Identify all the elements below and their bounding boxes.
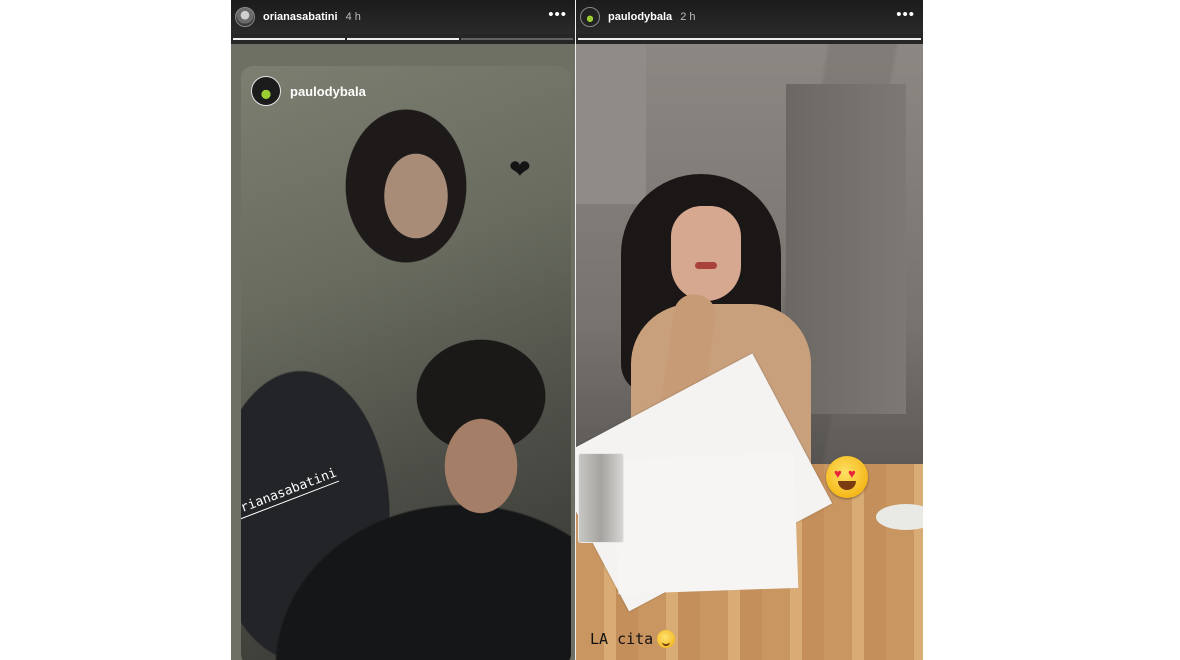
progress-segment: [578, 38, 921, 40]
reshared-story-header: paulodybala: [251, 76, 366, 106]
story-progress-bar: [578, 38, 921, 40]
story-panel-left[interactable]: orianasabatini 4 h ••• paulodybala ❤ @or…: [231, 0, 575, 660]
lips: [695, 262, 717, 269]
story-timestamp: 4 h: [345, 11, 361, 23]
caption-text: LA cita: [590, 630, 654, 648]
progress-segment: [461, 38, 573, 40]
story-photo: ♥ ♥ LA cita: [576, 44, 923, 660]
story-username[interactable]: orianasabatini: [263, 11, 338, 23]
wall-panel: [576, 44, 646, 204]
story-caption: LA cita: [590, 630, 676, 648]
progress-segment: [347, 38, 459, 40]
avatar[interactable]: [235, 7, 255, 27]
relieved-face-icon: [657, 630, 676, 648]
story-photo: paulodybala ❤ @orianasabatini: [231, 44, 575, 660]
heart-eye-icon: ♥: [834, 466, 842, 481]
progress-segment: [233, 38, 345, 40]
mouth: [838, 481, 856, 490]
story-username[interactable]: paulodybala: [608, 11, 672, 23]
ellipsis-icon[interactable]: •••: [896, 7, 915, 22]
heart-eye-icon: ♥: [848, 466, 856, 481]
story-progress-bar: [233, 38, 573, 40]
reshared-story-card[interactable]: paulodybala ❤ @orianasabatini: [241, 66, 571, 660]
story-panel-right[interactable]: paulodybala 2 h ••• ♥ ♥ LA cita: [576, 0, 923, 660]
story-timestamp: 2 h: [680, 11, 696, 23]
black-heart-icon: ❤: [509, 154, 531, 184]
water-glass: [578, 453, 624, 543]
reshared-username[interactable]: paulodybala: [290, 84, 366, 99]
avatar[interactable]: [251, 76, 281, 106]
story-header: paulodybala 2 h •••: [576, 0, 923, 34]
heart-eyes-emoji-icon: ♥ ♥: [826, 456, 868, 498]
avatar[interactable]: [580, 7, 600, 27]
face: [671, 206, 741, 301]
mention-tag[interactable]: @orianasabatini: [241, 465, 340, 524]
menu-paper: [613, 452, 799, 595]
story-header: orianasabatini 4 h •••: [231, 0, 575, 34]
ellipsis-icon[interactable]: •••: [548, 7, 567, 22]
